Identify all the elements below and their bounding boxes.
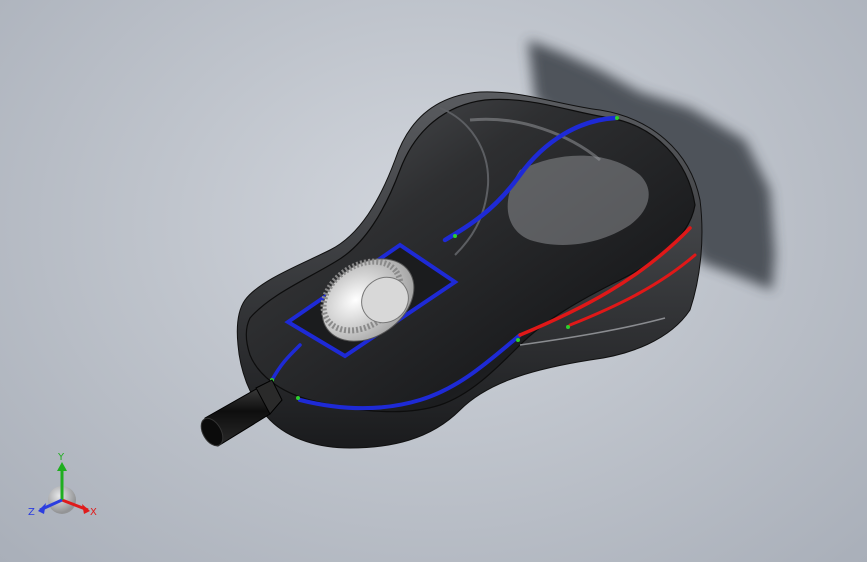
sketch-point-6 [566, 325, 570, 329]
triad-y-label: Y [57, 452, 65, 463]
cable [200, 379, 283, 447]
triad-y-arrow [57, 462, 67, 471]
triad-x-arrow [82, 504, 90, 514]
sketch-point-5 [516, 338, 520, 342]
sketch-point-1 [615, 116, 619, 120]
3d-viewport[interactable]: X Y Z [0, 0, 867, 562]
mouse-model[interactable] [197, 91, 703, 450]
mouse-top-shell [245, 98, 696, 413]
sketch-point-4 [296, 396, 300, 400]
model-canvas[interactable]: X Y Z [0, 0, 867, 562]
triad-z-arrow [38, 503, 46, 514]
triad-z-label: Z [28, 507, 35, 518]
orientation-triad[interactable]: X Y Z [28, 452, 97, 518]
sketch-point-2 [453, 234, 457, 238]
triad-x-label: X [90, 507, 97, 518]
